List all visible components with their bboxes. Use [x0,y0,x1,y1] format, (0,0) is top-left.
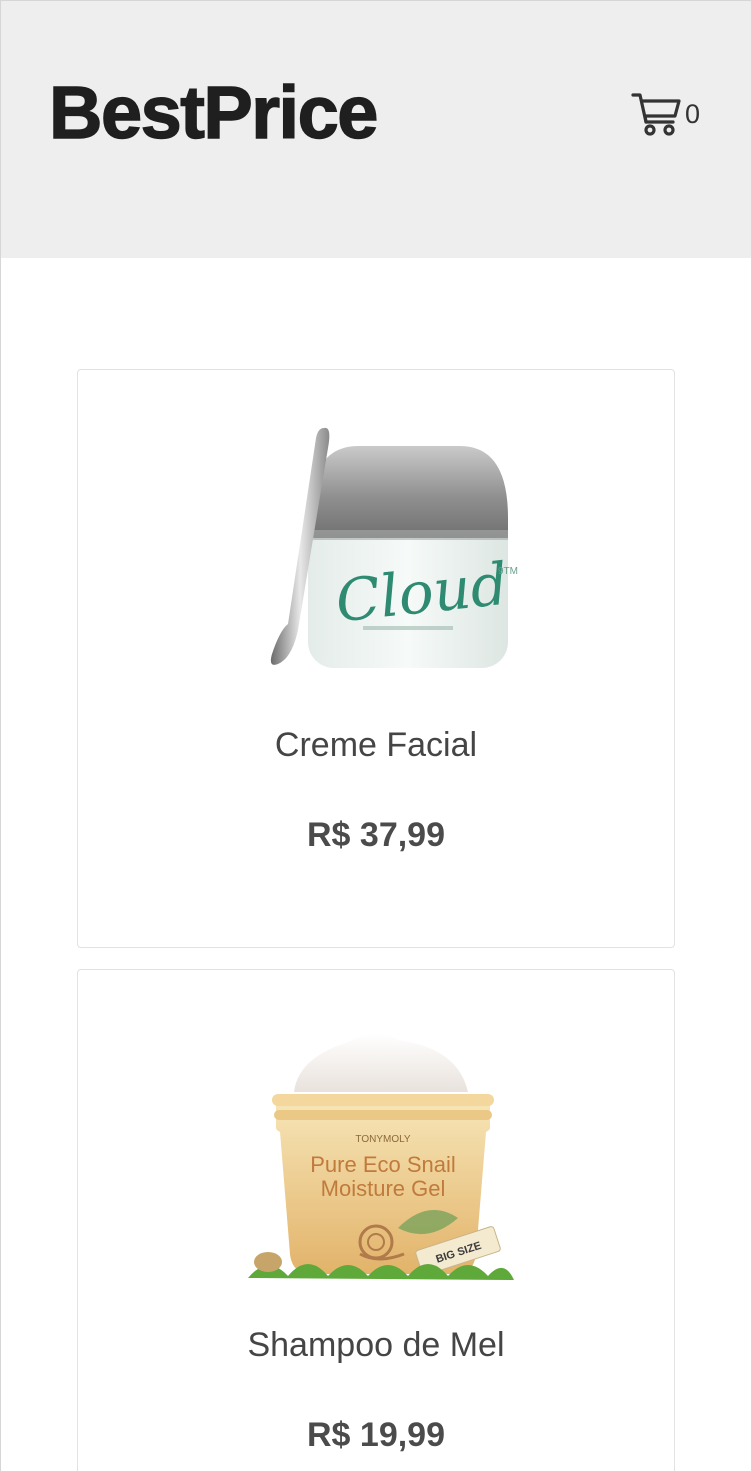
product-name[interactable]: Creme Facial [78,726,674,765]
product-card[interactable]: Cloud 9TM Creme Facial R$ 37,99 [77,369,675,948]
shopping-cart-icon [631,89,683,139]
cart-count-badge: 0 [685,99,701,129]
jar-label-text: TONYMOLY [355,1134,411,1145]
product-image[interactable]: TONYMOLY Pure Eco Snail Moisture Gel BIG… [228,1018,528,1288]
svg-text:Moisture Gel: Moisture Gel [321,1176,446,1201]
svg-text:9TM: 9TM [498,566,518,577]
brand-logo[interactable]: BestPrice [48,69,379,157]
product-price: R$ 37,99 [307,816,445,854]
header-bar: BestPrice 0 [1,1,751,258]
product-price: R$ 19,99 [307,1416,445,1454]
product-card[interactable]: TONYMOLY Pure Eco Snail Moisture Gel BIG… [77,969,675,1471]
svg-text:Pure Eco Snail: Pure Eco Snail [310,1152,456,1177]
product-name[interactable]: Shampoo de Mel [78,1326,674,1365]
page: BestPrice 0 Cloud 9TM Creme Facial R$ 37… [0,0,752,1472]
product-image[interactable]: Cloud 9TM [228,418,528,688]
cart-button[interactable]: 0 [631,89,700,139]
